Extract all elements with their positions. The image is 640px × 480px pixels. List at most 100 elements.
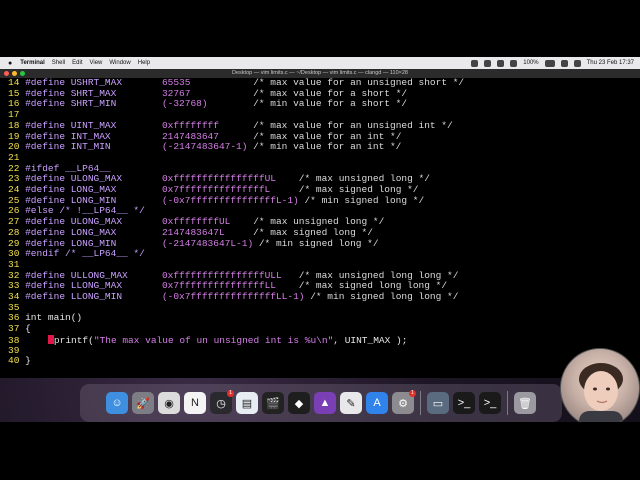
menu-clock[interactable]: Thu 23 Feb 17:37 [587, 60, 634, 66]
code-line[interactable]: 40 } [8, 355, 31, 367]
status-icon[interactable] [471, 59, 479, 67]
code-token: "The max value of un unsigned int is %u\… [93, 334, 334, 346]
chrome-icon[interactable]: ◉ [158, 392, 180, 414]
line-number: 27 [8, 216, 26, 228]
apple-menu-icon[interactable]: ● [8, 60, 12, 67]
status-icon[interactable] [497, 59, 505, 67]
code-token: printf( [53, 334, 94, 346]
code-token: /* min signed long */ [304, 194, 425, 206]
code-token: /* max unsigned long long */ [298, 269, 459, 281]
code-token: 0xffffffff [161, 119, 219, 131]
menu-edit[interactable]: Edit [72, 60, 82, 66]
code-token: int main() [25, 312, 83, 324]
code-token: #define INT_MAX [25, 130, 111, 142]
battery-percent: 100% [523, 60, 539, 66]
letterbox-bottom [0, 422, 640, 480]
terminal-icon[interactable]: >_ [453, 392, 475, 414]
line-number: 19 [8, 130, 26, 142]
code-line[interactable]: 37 { [8, 323, 31, 335]
code-token: #define LONG_MAX [25, 226, 117, 238]
code-line[interactable]: 20 #define INT_MIN (-2147483647-1) /* mi… [8, 141, 402, 153]
notification-badge: 1 [409, 390, 416, 397]
app-store-icon[interactable]: A [366, 392, 388, 414]
control-center-icon[interactable] [573, 59, 581, 67]
line-number: 40 [8, 355, 26, 367]
close-button[interactable] [4, 71, 9, 76]
code-token: 2147483647L [161, 226, 225, 238]
terminal-content[interactable]: 14 #define USHRT_MAX 65535 /* max value … [0, 77, 640, 378]
code-token: /* max signed long long */ [298, 280, 448, 292]
code-token: (-0x7fffffffffffffffL-1) [161, 194, 299, 206]
notes-app-icon[interactable]: ✎ [340, 392, 362, 414]
line-number: 32 [8, 269, 26, 281]
line-number: 21 [8, 151, 26, 163]
preview-icon[interactable]: ▤ [236, 392, 258, 414]
status-icon[interactable] [484, 59, 492, 67]
affinity-icon[interactable]: ▲ [314, 392, 336, 414]
code-line[interactable]: 38 printf("The max value of un unsigned … [8, 334, 407, 346]
code-token: 0xffffffffUL [161, 216, 231, 228]
code-token: /* max unsigned long */ [253, 216, 385, 228]
menu-window[interactable]: Window [109, 60, 130, 66]
notification-badge: 1 [227, 390, 234, 397]
line-number: 35 [8, 301, 26, 313]
code-token: #define LONG_MAX [25, 184, 117, 195]
code-token: /* max unsigned long */ [298, 173, 430, 185]
webcam-overlay [560, 348, 640, 422]
minimize-button[interactable] [12, 71, 17, 76]
code-token: /* max value for an unsigned short */ [253, 77, 465, 88]
code-token: /* min value for an int */ [253, 141, 402, 153]
search-icon[interactable] [560, 59, 568, 67]
code-token: (-2147483647L-1) [161, 237, 254, 249]
code-token: #define SHRT_MAX [25, 87, 117, 99]
battery-icon[interactable] [544, 59, 555, 67]
code-line[interactable]: 34 #define LLONG_MIN (-0x7ffffffffffffff… [8, 291, 458, 303]
wifi-icon[interactable] [510, 59, 518, 67]
code-token: #endif /* __LP64__ */ [25, 248, 145, 260]
system-preferences-icon[interactable]: ⚙ 1 [392, 390, 416, 414]
terminal-window-icon[interactable]: >_ [479, 392, 501, 414]
code-token: #else /* !__LP64__ */ [25, 205, 145, 217]
code-token: #ifdef __LP64__ [25, 162, 111, 174]
line-number: 28 [8, 226, 26, 238]
launchpad-icon[interactable]: 🚀 [132, 392, 154, 414]
code-line[interactable]: 30 #endif /* __LP64__ */ [8, 248, 145, 260]
figma-icon[interactable]: ◆ [288, 392, 310, 414]
line-number: 39 [8, 344, 26, 356]
trash-icon[interactable]: 🗑 [514, 392, 536, 414]
final-cut-icon[interactable]: 🎬 [262, 392, 284, 414]
line-number: 34 [8, 291, 26, 302]
notion-icon[interactable]: N [184, 392, 206, 414]
code-token: { [25, 323, 31, 335]
code-token: #define USHRT_MAX [25, 77, 123, 88]
menu-help[interactable]: Help [138, 60, 150, 66]
menu-shell[interactable]: Shell [52, 60, 65, 66]
line-number: 22 [8, 162, 26, 174]
code-line[interactable]: 16 #define SHRT_MIN (-32768) /* min valu… [8, 99, 407, 110]
code-token: #define ULLONG_MAX [25, 269, 128, 281]
line-number: 36 [8, 312, 26, 324]
line-number: 29 [8, 237, 26, 249]
zoom-button[interactable] [20, 71, 25, 76]
menu-view[interactable]: View [89, 60, 102, 66]
menu-app-name[interactable]: Terminal [20, 60, 45, 66]
code-token: #define LONG_MIN [25, 237, 117, 249]
code-token: 65535 [161, 77, 191, 88]
screenshot-app-icon[interactable]: ▭ [427, 392, 449, 414]
finder-icon[interactable]: ☺ [106, 392, 128, 414]
clock-app-icon[interactable]: ◷ 1 [210, 390, 234, 414]
